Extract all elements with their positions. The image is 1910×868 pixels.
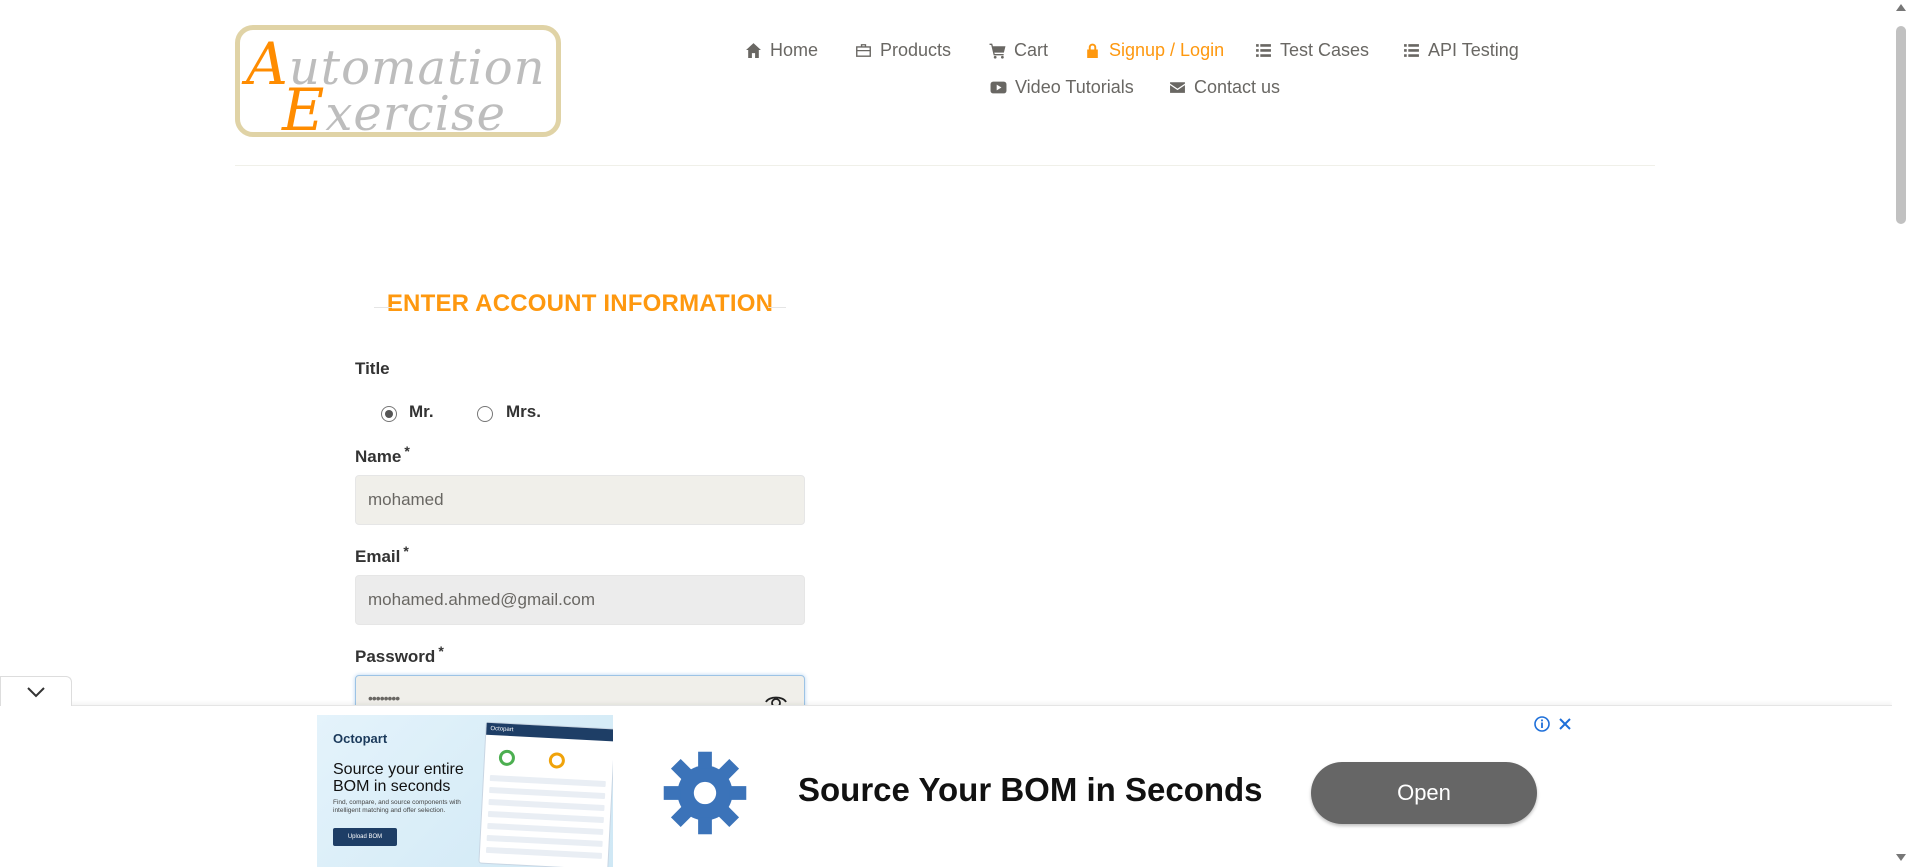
ad-thumb-brand: Octopart — [333, 731, 388, 746]
ad-headline[interactable]: Source Your BOM in Seconds — [798, 771, 1263, 809]
scroll-thumb[interactable] — [1896, 26, 1906, 224]
gear-icon — [663, 751, 747, 835]
title-label: Title — [355, 359, 390, 378]
radio-mrs[interactable] — [477, 406, 493, 422]
lock-icon — [1087, 43, 1098, 58]
ad-collapse-toggle[interactable] — [0, 676, 72, 706]
ad-screen-row — [489, 786, 606, 800]
password-value: •••••••• — [368, 690, 400, 706]
youtube-icon — [990, 81, 1007, 94]
nav-signup-label: Signup / Login — [1109, 40, 1225, 60]
nav-cart[interactable]: Cart — [989, 40, 1048, 61]
list-icon — [1404, 44, 1419, 57]
required-mark: * — [403, 543, 409, 559]
required-mark: * — [438, 643, 444, 659]
email-label-text: Email — [355, 547, 401, 566]
name-label: Name * — [355, 443, 410, 467]
nav-home-label: Home — [770, 40, 819, 60]
ad-thumbnail[interactable]: Octopart Source your entire BOM in secon… — [317, 715, 613, 867]
radio-mr-label[interactable]: Mr. — [409, 402, 434, 422]
scroll-down-arrow[interactable] — [1896, 854, 1906, 861]
ad-screen-row — [488, 798, 605, 812]
nav-cart-label: Cart — [1014, 40, 1049, 60]
ad-thumb-heading: Source your entire BOM in seconds — [333, 761, 464, 795]
nav-products[interactable]: Products — [855, 40, 951, 61]
ad-screen-ring — [498, 749, 516, 767]
required-mark: * — [404, 443, 410, 459]
ad-open-button[interactable]: Open — [1311, 762, 1537, 824]
page-scrollbar[interactable] — [1892, 0, 1910, 867]
email-field[interactable]: mohamed.ahmed@gmail.com — [355, 575, 805, 625]
ad-screen-row — [485, 846, 603, 859]
name-label-text: Name — [355, 447, 402, 466]
ad-screen-title: Octopart — [486, 722, 613, 742]
nav-video-tutorials-label: Video Tutorials — [1015, 77, 1134, 97]
radio-mrs-label[interactable]: Mrs. — [506, 402, 541, 422]
nav-test-cases-label: Test Cases — [1280, 40, 1370, 60]
email-value: mohamed.ahmed@gmail.com — [368, 590, 596, 609]
ad-thumb-subtext: Find, compare, and source components wit… — [333, 799, 461, 814]
name-value: mohamed — [368, 490, 444, 509]
ad-screen-row — [486, 834, 603, 847]
ad-screen-row — [487, 810, 604, 824]
header-divider — [235, 165, 1655, 166]
ad-screen-row — [487, 822, 604, 835]
nav-home[interactable]: Home — [745, 40, 818, 61]
nav-api-testing-label: API Testing — [1428, 40, 1519, 60]
ad-screen-row — [489, 774, 606, 788]
advertisement[interactable]: Octopart Source your entire BOM in secon… — [317, 715, 1573, 867]
nav-contact-us[interactable]: Contact us — [1169, 77, 1280, 98]
nav-api-testing[interactable]: API Testing — [1403, 40, 1519, 61]
nav-video-tutorials[interactable]: Video Tutorials — [990, 77, 1134, 98]
password-label-text: Password — [355, 647, 436, 666]
ad-thumb-screenshot: Octopart — [478, 721, 613, 867]
chevron-down-icon — [27, 686, 45, 697]
site-logo[interactable]: Automation Exercise — [235, 25, 561, 137]
nav-test-cases[interactable]: Test Cases — [1255, 40, 1369, 61]
home-icon — [746, 43, 761, 58]
ad-thumb-button[interactable]: Upload BOM — [333, 828, 397, 846]
nav-contact-label: Contact us — [1194, 77, 1281, 97]
logo-line-2: Exercise — [282, 76, 507, 137]
nav-signup-login[interactable]: Signup / Login — [1084, 40, 1224, 61]
list-icon — [1256, 44, 1271, 57]
password-label: Password * — [355, 643, 444, 667]
envelope-icon — [1170, 82, 1185, 93]
radio-mr[interactable] — [381, 406, 397, 422]
section-heading: ENTER ACCOUNT INFORMATION — [374, 290, 786, 318]
info-icon[interactable] — [1533, 715, 1551, 733]
close-icon[interactable] — [1557, 715, 1573, 733]
name-field[interactable]: mohamed — [355, 475, 805, 525]
nav-products-label: Products — [880, 40, 952, 60]
scroll-up-arrow[interactable] — [1896, 4, 1906, 11]
briefcase-icon — [856, 44, 871, 57]
ad-screen-ring — [548, 752, 566, 769]
cart-icon — [989, 43, 1006, 59]
email-label: Email * — [355, 543, 409, 567]
